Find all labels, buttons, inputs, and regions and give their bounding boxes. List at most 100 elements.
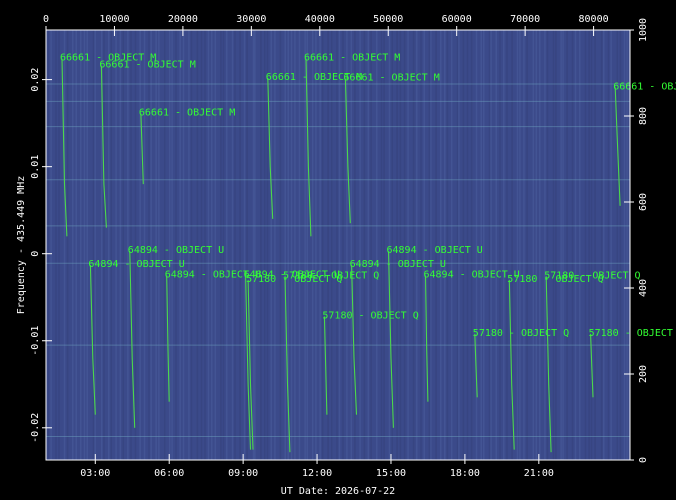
x-top-tick-label: 30000	[236, 14, 266, 25]
texture-streak	[322, 30, 324, 460]
texture-streak	[574, 30, 577, 460]
y-right-tick-label: 400	[638, 279, 649, 297]
texture-streak	[626, 30, 628, 460]
texture-streak	[380, 30, 383, 460]
x-bottom-tick-label: 15:00	[376, 468, 406, 479]
y-left-tick-label: 0.02	[30, 68, 41, 92]
texture-streak	[66, 30, 69, 460]
texture-streak	[490, 30, 492, 460]
texture-streak	[552, 30, 555, 460]
object-label: 64894 - OBJECT U	[387, 245, 483, 256]
texture-streak	[122, 30, 124, 460]
texture-streak	[304, 30, 306, 460]
texture-streak	[80, 30, 82, 460]
texture-streak	[55, 30, 57, 460]
y-left-tick-label: -0.01	[30, 326, 41, 356]
x-bottom-tick-label: 12:00	[302, 468, 332, 479]
object-label: 64894 - OBJECT U	[424, 270, 520, 281]
texture-streak	[590, 30, 593, 460]
texture-streak	[560, 30, 562, 460]
texture-streak	[526, 30, 528, 460]
object-label: 64894 - OBJECT U	[128, 245, 224, 256]
object-label: 64894 - OBJECT U	[350, 259, 446, 270]
texture-streak	[246, 30, 248, 460]
texture-streak	[274, 30, 276, 460]
texture-streak	[376, 30, 378, 460]
texture-streak	[539, 30, 541, 460]
x-top-tick-label: 50000	[373, 14, 403, 25]
texture-streak	[503, 30, 505, 460]
texture-streak	[83, 30, 86, 460]
object-label: 57180 - OBJECT Q	[473, 328, 569, 339]
texture-streak	[623, 30, 626, 460]
texture-streak	[338, 30, 341, 460]
texture-streak	[488, 30, 491, 460]
texture-streak	[383, 30, 385, 460]
texture-streak	[226, 30, 228, 460]
texture-streak	[603, 30, 605, 460]
x-top-tick-label: 70000	[510, 14, 540, 25]
texture-streak	[532, 30, 535, 460]
texture-streak	[47, 30, 49, 460]
object-label: 66661 - OBJECT M	[613, 81, 676, 92]
texture-streak	[115, 30, 117, 460]
x-top-tick-label: 10000	[99, 14, 129, 25]
texture-streak	[619, 30, 622, 460]
y-left-tick-label: 0	[30, 251, 41, 257]
texture-streak	[264, 30, 266, 460]
x-top-tick-label: 40000	[305, 14, 335, 25]
x-top-tick-label: 60000	[442, 14, 472, 25]
texture-streak	[231, 30, 234, 460]
texture-streak	[63, 30, 66, 460]
texture-streak	[298, 30, 301, 460]
object-label: 66661 - OBJECT M	[304, 53, 400, 64]
texture-streak	[336, 30, 338, 460]
texture-streak	[311, 30, 314, 460]
y-left-tick-label: -0.02	[30, 413, 41, 443]
object-label: 66661 - OBJECT M	[99, 60, 195, 71]
y-right-tick-label: 200	[638, 365, 649, 383]
texture-streak	[499, 30, 501, 460]
x-axis-title: UT Date: 2026-07-22	[281, 486, 395, 497]
texture-streak	[50, 30, 52, 460]
x-bottom-tick-label: 06:00	[154, 468, 184, 479]
texture-streak	[260, 30, 262, 460]
object-label: 64894 - OBJECT U	[88, 259, 184, 270]
object-label: 66661 - OBJECT M	[139, 108, 235, 119]
texture-streak	[254, 30, 256, 460]
texture-streak	[279, 30, 282, 460]
texture-streak	[594, 30, 596, 460]
texture-streak	[243, 30, 246, 460]
texture-streak	[108, 30, 110, 460]
texture-streak	[103, 30, 105, 460]
x-bottom-tick-label: 18:00	[450, 468, 480, 479]
object-label: 57180 - OBJECT Q	[589, 328, 676, 339]
texture-streak	[342, 30, 344, 460]
texture-streak	[579, 30, 581, 460]
texture-streak	[562, 30, 564, 460]
texture-streak	[234, 30, 236, 460]
y-right-tick-label: 600	[638, 193, 649, 211]
texture-streak	[252, 30, 255, 460]
texture-streak	[523, 30, 525, 460]
texture-streak	[270, 30, 272, 460]
object-label: 57180 - OBJECT Q	[322, 310, 418, 321]
texture-streak	[506, 30, 508, 460]
texture-streak	[315, 30, 317, 460]
y-left-tick-label: 0.01	[30, 155, 41, 179]
texture-streak	[544, 30, 546, 460]
x-top-tick-label: 80000	[579, 14, 609, 25]
texture-streak	[516, 30, 519, 460]
x-top-tick-label: 0	[43, 14, 49, 25]
texture-streak	[319, 30, 321, 460]
texture-streak	[331, 30, 333, 460]
texture-streak	[346, 30, 348, 460]
texture-streak	[584, 30, 587, 460]
texture-streak	[75, 30, 77, 460]
texture-streak	[555, 30, 557, 460]
y-right-tick-label: 1000	[638, 18, 649, 42]
texture-streak	[370, 30, 372, 460]
x-bottom-tick-label: 21:00	[524, 468, 554, 479]
texture-streak	[58, 30, 60, 460]
texture-streak	[239, 30, 241, 460]
